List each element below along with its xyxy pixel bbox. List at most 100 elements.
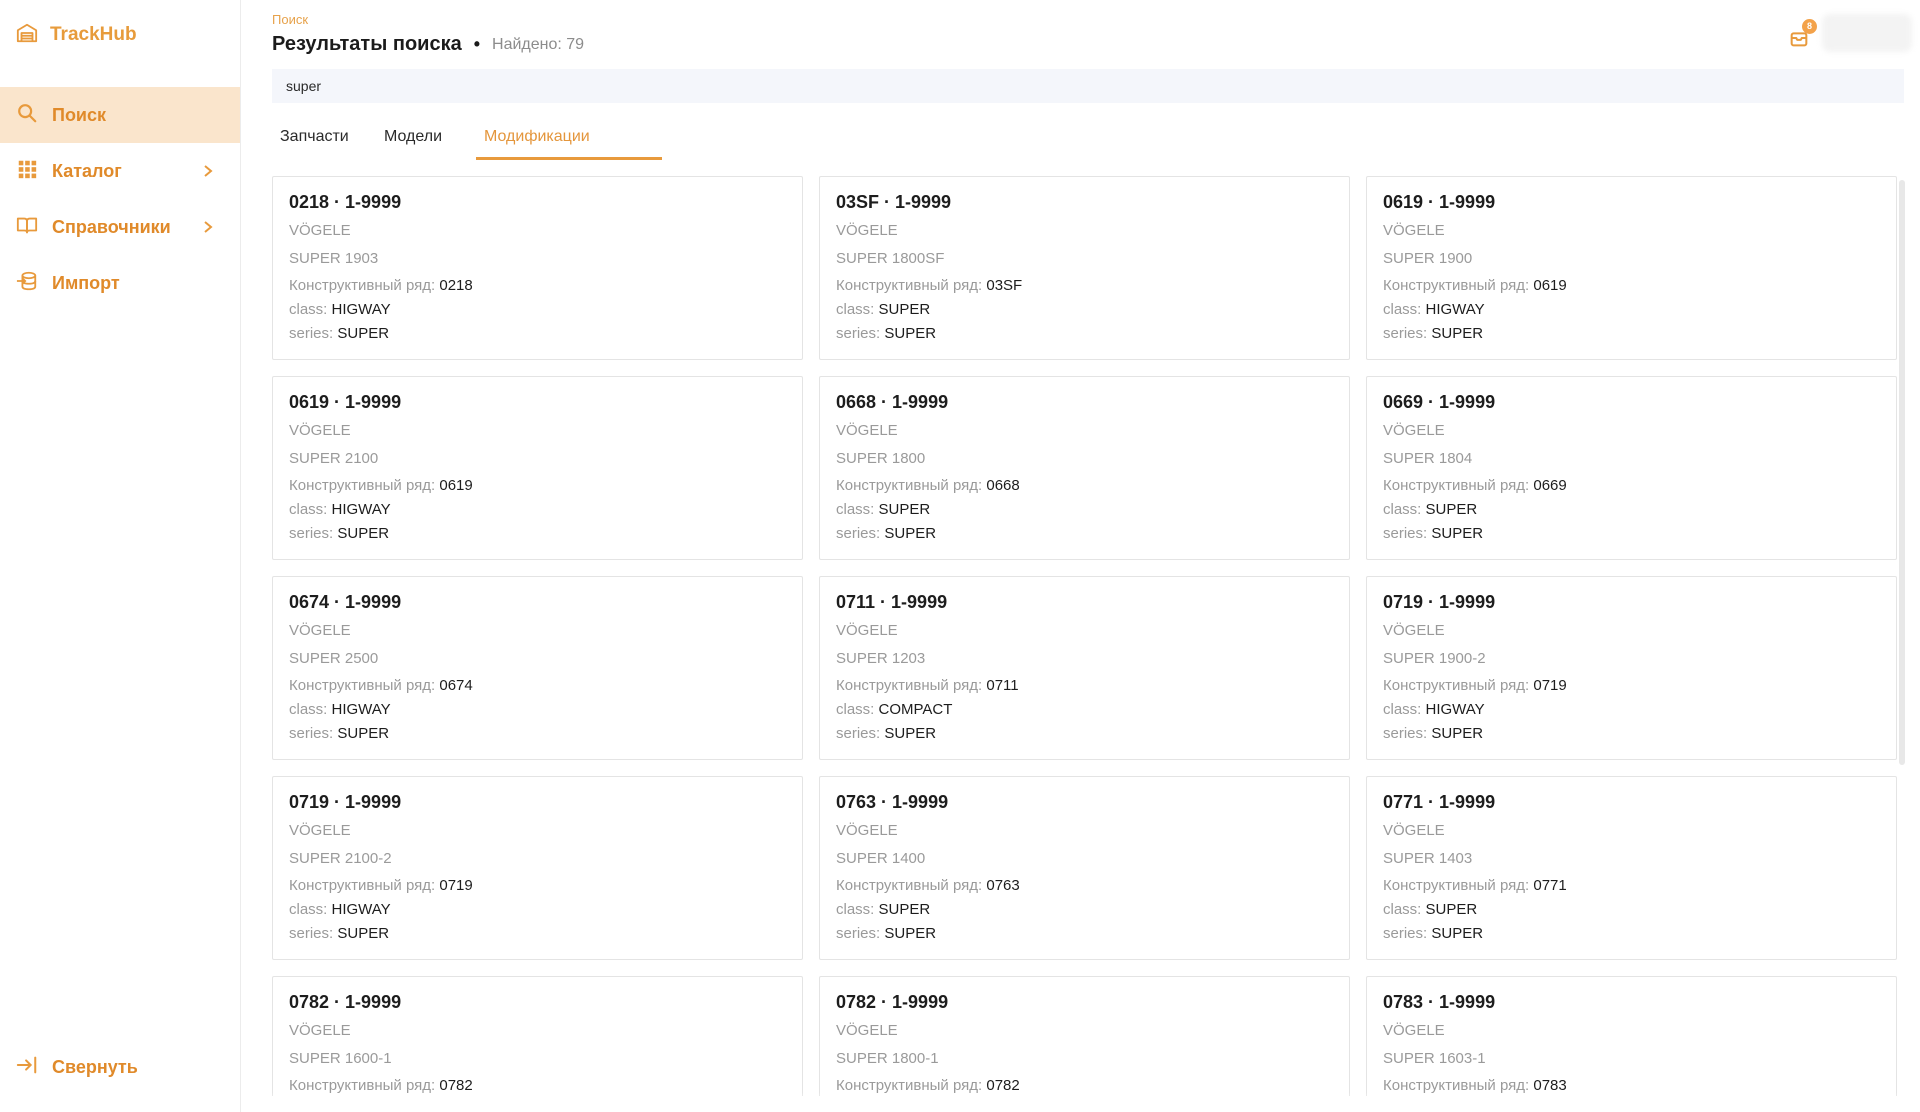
series-label: series: [289, 725, 334, 742]
card-brand: VÖGELE [1383, 822, 1445, 839]
sidebar-item-references[interactable]: Справочники [0, 199, 240, 255]
result-card[interactable]: 0619 · 1-9999 VÖGELE SUPER 2100 Конструктив… [272, 376, 803, 560]
result-card[interactable]: 0782 · 1-9999 VÖGELE SUPER 1800-1 Конструкт… [819, 976, 1350, 1096]
result-card[interactable]: 0783 · 1-9999 VÖGELE SUPER 1603-1 Конструкт… [1366, 976, 1897, 1096]
class-value: HIGWAY [1425, 301, 1485, 318]
card-model: SUPER 1203 [836, 649, 926, 667]
search-input[interactable] [272, 69, 1904, 103]
card-class: class: HIGWAY [1383, 300, 1880, 319]
series-label: series: [289, 925, 334, 942]
card-brand: VÖGELE [1383, 222, 1445, 239]
row-label: Конструктивный ряд: [836, 677, 983, 694]
sidebar-item-catalog[interactable]: Каталог [0, 143, 240, 199]
sidebar-item-import[interactable]: Импорт [0, 255, 240, 311]
tab-parts[interactable]: Запчасти [272, 124, 368, 160]
class-label: class: [1383, 701, 1422, 718]
sidebar-item-label: Каталог [52, 160, 122, 181]
sidebar-item-search[interactable]: Поиск [0, 87, 240, 143]
row-value: 0218 [439, 277, 473, 294]
series-label: series: [1383, 925, 1428, 942]
result-card[interactable]: 0669 · 1-9999 VÖGELE SUPER 1804 Конструктив… [1366, 376, 1897, 560]
row-value: 0771 [1533, 877, 1567, 894]
sidebar-item-label: Поиск [52, 104, 107, 125]
class-label: class: [836, 701, 875, 718]
series-label: series: [289, 325, 334, 342]
card-series: series: SUPER [289, 724, 786, 743]
row-label: Конструктивный ряд: [1383, 677, 1530, 694]
page-title: Результаты поиска [272, 33, 462, 55]
result-card[interactable]: 0218 · 1-9999 VÖGELE SUPER 1903 Конструктив… [272, 176, 803, 360]
logo[interactable]: TrackHub [16, 22, 137, 48]
class-label: class: [836, 501, 875, 518]
chevron-right-icon[interactable] [194, 220, 222, 234]
result-card[interactable]: 03SF · 1-9999 VÖGELE SUPER 1800SF Конструкт… [819, 176, 1350, 360]
card-class: class: HIGWAY [289, 300, 786, 319]
database-import-icon [16, 270, 38, 297]
result-card[interactable]: 0771 · 1-9999 VÖGELE SUPER 1403 Конструктив… [1366, 776, 1897, 960]
card-brand: VÖGELE [836, 422, 898, 439]
chevron-right-icon[interactable] [194, 164, 222, 178]
card-brand: VÖGELE [1383, 422, 1445, 439]
card-class: class: SUPER [836, 300, 1333, 319]
row-value: 0674 [439, 677, 473, 694]
series-value: SUPER [884, 725, 937, 742]
class-value: HIGWAY [1425, 701, 1485, 718]
avatar[interactable] [1822, 14, 1912, 52]
result-card[interactable]: 0711 · 1-9999 VÖGELE SUPER 1203 Конструктив… [819, 576, 1350, 760]
result-card[interactable]: 0719 · 1-9999 VÖGELE SUPER 1900-2 Конструкт… [1366, 576, 1897, 760]
row-label: Конструктивный ряд: [836, 277, 983, 294]
card-class: class: SUPER [836, 500, 1333, 519]
card-model: SUPER 1800SF [836, 249, 945, 267]
title-separator: • [473, 34, 481, 54]
card-model: SUPER 1903 [289, 249, 379, 267]
app-name: TrackHub [50, 24, 137, 45]
notification-icon [1788, 32, 1810, 53]
card-row: Конструктивный ряд: 0771 [1383, 876, 1880, 895]
card-title: 0218 · 1-9999 [289, 192, 402, 212]
result-card[interactable]: 0719 · 1-9999 VÖGELE SUPER 2100-2 Конструкт… [272, 776, 803, 960]
card-series: series: SUPER [1383, 724, 1880, 743]
row-value: 0619 [1533, 277, 1567, 294]
row-label: Конструктивный ряд: [1383, 477, 1530, 494]
scrollbar[interactable] [1899, 180, 1905, 765]
tabs: Запчасти Модели Модификации [272, 124, 662, 160]
card-class: class: HIGWAY [289, 700, 786, 719]
result-card[interactable]: 0763 · 1-9999 VÖGELE SUPER 1400 Конструктив… [819, 776, 1350, 960]
card-brand: VÖGELE [836, 1022, 898, 1039]
collapse-button[interactable]: Свернуть [16, 1054, 138, 1081]
grid-icon [16, 158, 38, 185]
row-label: Конструктивный ряд: [289, 477, 436, 494]
card-title: 0711 · 1-9999 [836, 592, 948, 612]
card-title: 0669 · 1-9999 [1383, 392, 1496, 412]
series-label: series: [836, 525, 881, 542]
series-label: series: [836, 925, 881, 942]
sidebar-item-label: Справочники [52, 216, 171, 237]
result-card[interactable]: 0782 · 1-9999 VÖGELE SUPER 1600-1 Конструкт… [272, 976, 803, 1096]
card-title: 0782 · 1-9999 [289, 992, 402, 1012]
app-root: TrackHub Поиск Каталог Справочники Импор… [0, 0, 1920, 1112]
class-label: class: [836, 301, 875, 318]
result-card[interactable]: 0674 · 1-9999 VÖGELE SUPER 2500 Конструктив… [272, 576, 803, 760]
series-value: SUPER [337, 525, 390, 542]
card-series: series: SUPER [836, 924, 1333, 943]
card-series: series: SUPER [1383, 524, 1880, 543]
card-class: class: COMPACT [836, 700, 1333, 719]
title-row: Результаты поиска • Найдено: 79 [272, 33, 584, 56]
card-class: class: HIGWAY [1383, 700, 1880, 719]
tab-modifications[interactable]: Модификации [476, 124, 662, 160]
sidebar-item-label: Импорт [52, 272, 120, 293]
class-value: HIGWAY [331, 301, 391, 318]
collapse-arrow-icon [16, 1054, 38, 1081]
card-model: SUPER 1800-1 [836, 1049, 939, 1067]
card-row: Конструктивный ряд: 0619 [289, 476, 786, 495]
series-label: series: [289, 525, 334, 542]
tab-models[interactable]: Модели [376, 124, 472, 160]
result-card[interactable]: 0668 · 1-9999 VÖGELE SUPER 1800 Конструктив… [819, 376, 1350, 560]
series-value: SUPER [884, 325, 937, 342]
result-card[interactable]: 0619 · 1-9999 VÖGELE SUPER 1900 Конструктив… [1366, 176, 1897, 360]
breadcrumb[interactable]: Поиск [272, 12, 308, 27]
row-value: 0668 [986, 477, 1020, 494]
class-value: HIGWAY [331, 501, 391, 518]
card-series: series: SUPER [289, 524, 786, 543]
series-label: series: [1383, 725, 1428, 742]
